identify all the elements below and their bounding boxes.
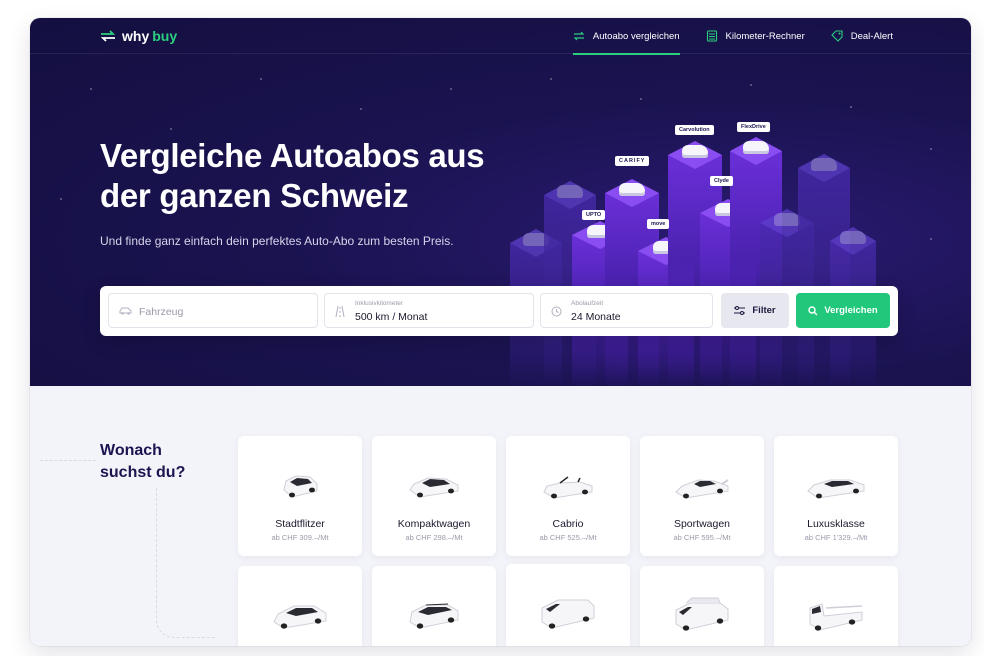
brand-tag-move: move xyxy=(647,219,670,229)
category-card-kompaktwagen[interactable]: Kompaktwagen ab CHF 298.–/Mt xyxy=(372,436,496,556)
nav-item-label: Kilometer-Rechner xyxy=(725,30,805,42)
vehicle-placeholder: Fahrzeug xyxy=(139,306,184,318)
categories-title-line2: suchst du? xyxy=(100,464,186,481)
categories-title: Wonach suchst du? xyxy=(100,440,185,484)
duration-label: Abolaufzeit xyxy=(571,300,604,307)
filter-button[interactable]: Filter xyxy=(721,293,789,328)
nav-item-label: Deal-Alert xyxy=(850,30,893,42)
filter-label: Filter xyxy=(752,305,776,316)
duration-value: 24 Monate xyxy=(571,311,621,323)
tag-icon xyxy=(830,30,843,42)
luxury-car-icon xyxy=(807,479,865,499)
compare-label: Vergleichen xyxy=(824,305,878,316)
compare-button[interactable]: Vergleichen xyxy=(796,293,890,328)
category-card-van[interactable] xyxy=(506,564,630,646)
hero-subtitle: Und finde ganz einfach dein perfektes Au… xyxy=(100,234,454,248)
hero-section: why buy Autoabo vergleichen Kilometer-Re… xyxy=(30,18,971,386)
category-name: Kompaktwagen xyxy=(397,518,471,530)
logo-text-why: why xyxy=(122,28,150,44)
nav-item-km-calculator[interactable]: Kilometer-Rechner xyxy=(706,18,805,54)
whybuy-logo[interactable]: why buy xyxy=(100,28,177,44)
small-car-icon xyxy=(283,475,318,498)
duration-field[interactable]: Abolaufzeit 24 Monate xyxy=(540,293,713,328)
category-card-sportwagen[interactable]: Sportwagen ab CHF 595.–/Mt xyxy=(640,436,764,556)
category-name: Luxusklasse xyxy=(807,518,865,530)
decorative-dash xyxy=(156,488,157,598)
brand-tag-upto: UPTO xyxy=(582,210,606,220)
category-name: Cabrio xyxy=(552,518,584,530)
clock-icon xyxy=(551,306,563,317)
category-price: ab CHF 525.–/Mt xyxy=(539,533,597,542)
suv-icon xyxy=(273,605,327,629)
swap-arrows-icon xyxy=(573,31,585,41)
offroad-car-icon xyxy=(409,603,459,629)
road-icon xyxy=(335,305,347,318)
nav-item-compare[interactable]: Autoabo vergleichen xyxy=(572,18,680,55)
decorative-dash xyxy=(156,598,216,638)
category-card-stadtflitzer[interactable]: Stadtflitzer ab CHF 309.–/Mt xyxy=(238,436,362,556)
brand-tag-carvolution: Carvolution xyxy=(675,125,714,135)
car-icon xyxy=(119,306,132,316)
category-card-camper[interactable] xyxy=(640,566,764,646)
hero-title: Vergleiche Autoabos aus der ganzen Schwe… xyxy=(100,137,485,214)
vehicle-field[interactable]: Fahrzeug xyxy=(108,293,318,328)
category-card-utility[interactable] xyxy=(774,566,898,646)
categories-title-line1: Wonach xyxy=(100,442,162,459)
logo-text-buy: buy xyxy=(152,28,178,44)
category-card-suv[interactable] xyxy=(238,566,362,646)
sliders-icon xyxy=(734,306,746,315)
convertible-car-icon xyxy=(543,476,593,499)
search-icon xyxy=(808,305,818,315)
calculator-icon xyxy=(706,30,717,42)
category-card-offroad[interactable] xyxy=(372,566,496,646)
browser-frame: why buy Autoabo vergleichen Kilometer-Re… xyxy=(30,18,971,646)
decorative-dash xyxy=(40,460,96,461)
category-price: ab CHF 1'329.–/Mt xyxy=(804,533,868,542)
compact-car-icon xyxy=(409,477,459,498)
sports-car-icon xyxy=(675,479,729,499)
nav-item-deal-alert[interactable]: Deal-Alert xyxy=(830,18,893,54)
km-field[interactable]: Inklusivkilometer 500 km / Monat xyxy=(324,293,534,328)
van-icon xyxy=(541,599,595,629)
km-label: Inklusivkilometer xyxy=(355,300,404,307)
km-value: 500 km / Monat xyxy=(355,311,428,323)
swap-arrows-icon xyxy=(100,30,116,42)
brand-tag-carify: CARIFY xyxy=(615,156,650,166)
nav-item-label: Autoabo vergleichen xyxy=(592,30,680,42)
brand-tag-flexdrive: FlexDrive xyxy=(737,122,770,132)
brand-tag-clyde: Clyde xyxy=(710,176,733,186)
car-towers-illustration: Carvolution FlexDrive CARIFY Clyde UPTO … xyxy=(510,113,880,386)
category-price: ab CHF 595.–/Mt xyxy=(673,533,731,542)
search-bar: Fahrzeug Inklusivkilometer 500 km / Mona… xyxy=(100,286,898,336)
category-card-cabrio[interactable]: Cabrio ab CHF 525.–/Mt xyxy=(506,436,630,556)
camper-van-icon xyxy=(675,597,729,631)
category-price: ab CHF 309.–/Mt xyxy=(271,533,329,542)
top-nav: why buy Autoabo vergleichen Kilometer-Re… xyxy=(30,18,971,55)
category-name: Sportwagen xyxy=(673,518,731,530)
category-name: Stadtflitzer xyxy=(275,518,325,530)
category-card-luxusklasse[interactable]: Luxusklasse ab CHF 1'329.–/Mt xyxy=(774,436,898,556)
nav-menu: Autoabo vergleichen Kilometer-Rechner De… xyxy=(572,18,893,55)
category-price: ab CHF 298.–/Mt xyxy=(405,533,463,542)
pickup-truck-icon xyxy=(809,603,863,631)
